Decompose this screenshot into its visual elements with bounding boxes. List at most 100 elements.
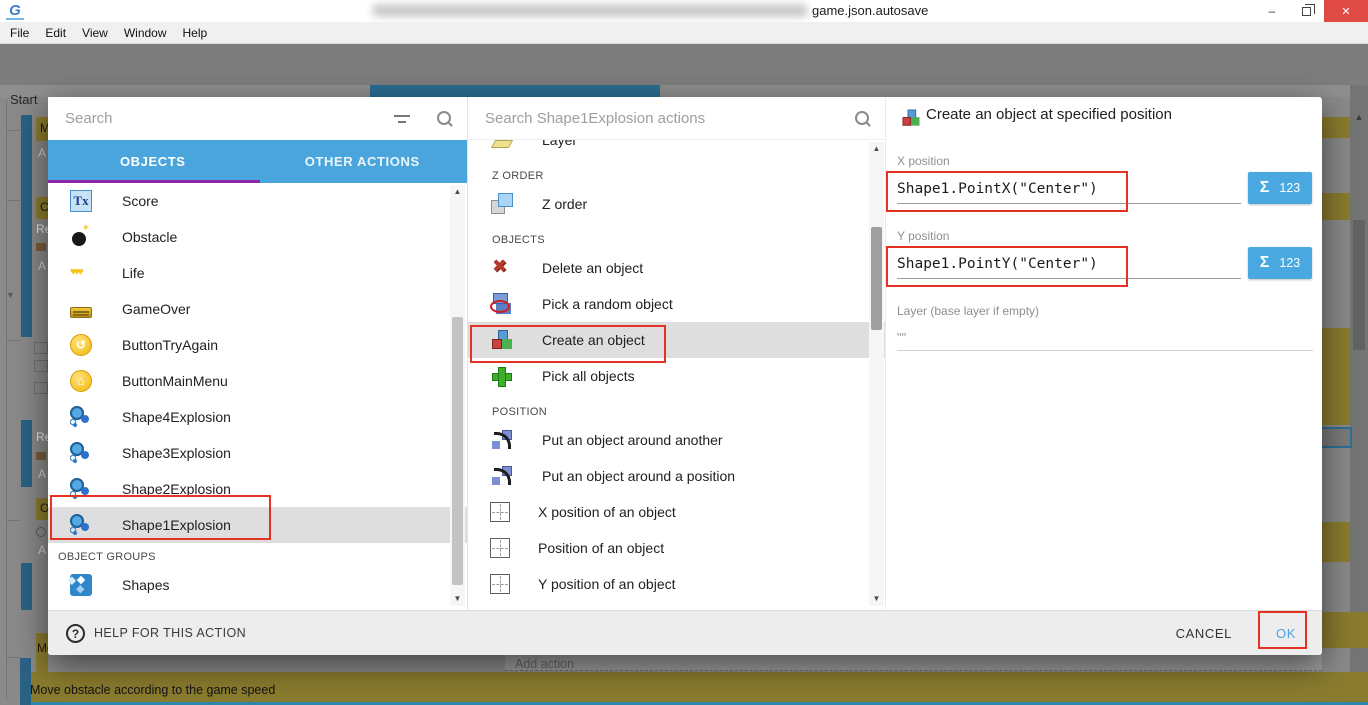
tab-other-actions[interactable]: OTHER ACTIONS <box>258 140 468 183</box>
list-item[interactable]: Y position of an object <box>468 566 885 602</box>
list-item[interactable]: Position of an object <box>468 530 885 566</box>
tab-objects[interactable]: OBJECTS <box>48 140 258 183</box>
scroll-up-icon[interactable]: ▲ <box>450 185 465 199</box>
list-item[interactable]: Pick a random object <box>468 286 885 322</box>
event-mini-box <box>34 342 48 354</box>
list-item[interactable]: GameOver <box>48 291 467 327</box>
minimize-button[interactable]: – <box>1256 0 1288 22</box>
y-position-input[interactable] <box>897 249 1241 279</box>
x-position-input[interactable] <box>897 174 1241 204</box>
gameover-banner-icon <box>70 307 92 318</box>
list-item[interactable]: Put an object around a position <box>468 458 885 494</box>
layer-label: Layer (base layer if empty) <box>897 304 1039 318</box>
event-condition-block <box>1322 193 1350 220</box>
toolbox-mini-icon <box>36 452 46 460</box>
list-item[interactable]: X position of an object <box>468 494 885 530</box>
list-item[interactable]: Z order <box>468 186 885 222</box>
background-selected-field <box>1320 427 1352 448</box>
list-item[interactable]: Layer <box>468 140 885 158</box>
add-action-dialog: OBJECTS OTHER ACTIONS Score Obstacle Lif… <box>48 97 1322 655</box>
scroll-up-icon: ▲ <box>1352 112 1366 126</box>
list-item-shape1explosion[interactable]: Shape1Explosion <box>48 507 467 543</box>
list-item[interactable]: Life <box>48 255 467 291</box>
list-item[interactable]: Shapes <box>48 567 467 603</box>
dialog-footer: ? HELP FOR THIS ACTION CANCEL OK <box>48 610 1322 655</box>
particles-icon <box>70 478 92 500</box>
add-action-label: Add action <box>515 657 574 671</box>
background-scrollbar-thumb <box>1353 220 1365 350</box>
cancel-button[interactable]: CANCEL <box>1176 626 1232 641</box>
list-item-create-object[interactable]: Create an object <box>468 322 885 358</box>
gdevelop-logo-icon: G <box>6 2 24 20</box>
actions-search-input[interactable] <box>468 110 854 127</box>
event-condition-block <box>1322 117 1350 138</box>
event-row-text: Move obstacle according to the game spee… <box>30 683 275 697</box>
toolbox-mini-icon <box>36 243 46 251</box>
app-window: G game.json.autosave – ✕ File Edit View … <box>0 0 1368 705</box>
objects-search-input[interactable] <box>48 110 394 127</box>
event-text-fragment: A <box>38 467 46 481</box>
group-icon <box>70 574 92 596</box>
text-object-icon <box>70 190 92 212</box>
position-header: POSITION <box>468 394 885 422</box>
list-item[interactable]: ButtonTryAgain <box>48 327 467 363</box>
actions-list: Layer Z ORDER Z order OBJECTS Delete an … <box>468 140 885 610</box>
event-condition-block <box>1322 612 1368 648</box>
event-condition-block <box>1322 328 1350 425</box>
scroll-down-icon[interactable]: ▼ <box>450 592 465 606</box>
list-item[interactable]: Delete an object <box>468 250 885 286</box>
list-item[interactable]: Pick all objects <box>468 358 885 394</box>
restore-button[interactable] <box>1290 0 1322 22</box>
list-item[interactable]: Put an object around another <box>468 422 885 458</box>
pick-all-icon <box>490 364 514 388</box>
menu-view[interactable]: View <box>74 26 116 40</box>
sigma-icon: Σ <box>1260 254 1270 272</box>
title-bar: G game.json.autosave – ✕ <box>0 0 1368 22</box>
x-expression-button[interactable]: Σ123 <box>1248 172 1312 204</box>
scroll-down-icon[interactable]: ▼ <box>869 592 884 606</box>
event-tick <box>6 520 20 521</box>
event-guide-line <box>6 100 7 700</box>
params-panel: Create an object at specified position X… <box>885 97 1322 610</box>
objects-tabbar: OBJECTS OTHER ACTIONS <box>48 140 467 183</box>
scrollbar-thumb[interactable] <box>871 227 882 330</box>
scroll-up-icon[interactable]: ▲ <box>869 142 884 156</box>
sigma-icon: Σ <box>1260 179 1270 197</box>
background-tab-label: Start <box>10 92 37 107</box>
ok-button[interactable]: OK <box>1276 626 1296 641</box>
position-icon <box>490 538 510 558</box>
close-button[interactable]: ✕ <box>1324 0 1368 22</box>
around-object-icon <box>490 428 514 452</box>
event-text-fragment: A <box>38 259 46 273</box>
event-tick <box>6 340 20 341</box>
layer-value[interactable]: "" <box>897 330 906 345</box>
filter-icon[interactable] <box>394 113 410 125</box>
search-icon[interactable] <box>436 110 453 127</box>
actions-scrollbar[interactable]: ▲ ▼ <box>869 142 884 606</box>
list-item[interactable]: ButtonMainMenu <box>48 363 467 399</box>
search-icon[interactable] <box>854 110 871 127</box>
event-mini-box <box>34 382 48 394</box>
list-item[interactable]: Score <box>48 183 467 219</box>
event-tick <box>6 657 20 658</box>
x-position-label: X position <box>897 154 950 168</box>
help-icon: ? <box>66 624 85 643</box>
event-mini-box <box>34 360 48 372</box>
scrollbar-thumb[interactable] <box>452 317 463 585</box>
event-tick <box>6 200 20 201</box>
event-indent-bar <box>20 658 31 705</box>
menu-edit[interactable]: Edit <box>37 26 74 40</box>
list-item[interactable]: Shape4Explosion <box>48 399 467 435</box>
objects-scrollbar[interactable]: ▲ ▼ <box>450 185 465 606</box>
help-link[interactable]: HELP FOR THIS ACTION <box>94 626 246 640</box>
list-item[interactable]: Shape2Explosion <box>48 471 467 507</box>
zorder-header: Z ORDER <box>468 158 885 186</box>
list-item[interactable]: Shape3Explosion <box>48 435 467 471</box>
list-item[interactable]: Obstacle <box>48 219 467 255</box>
menu-window[interactable]: Window <box>116 26 175 40</box>
restore-icon <box>1302 7 1311 16</box>
menu-help[interactable]: Help <box>175 26 216 40</box>
bomb-icon <box>70 226 92 248</box>
y-expression-button[interactable]: Σ123 <box>1248 247 1312 279</box>
menu-file[interactable]: File <box>2 26 37 40</box>
